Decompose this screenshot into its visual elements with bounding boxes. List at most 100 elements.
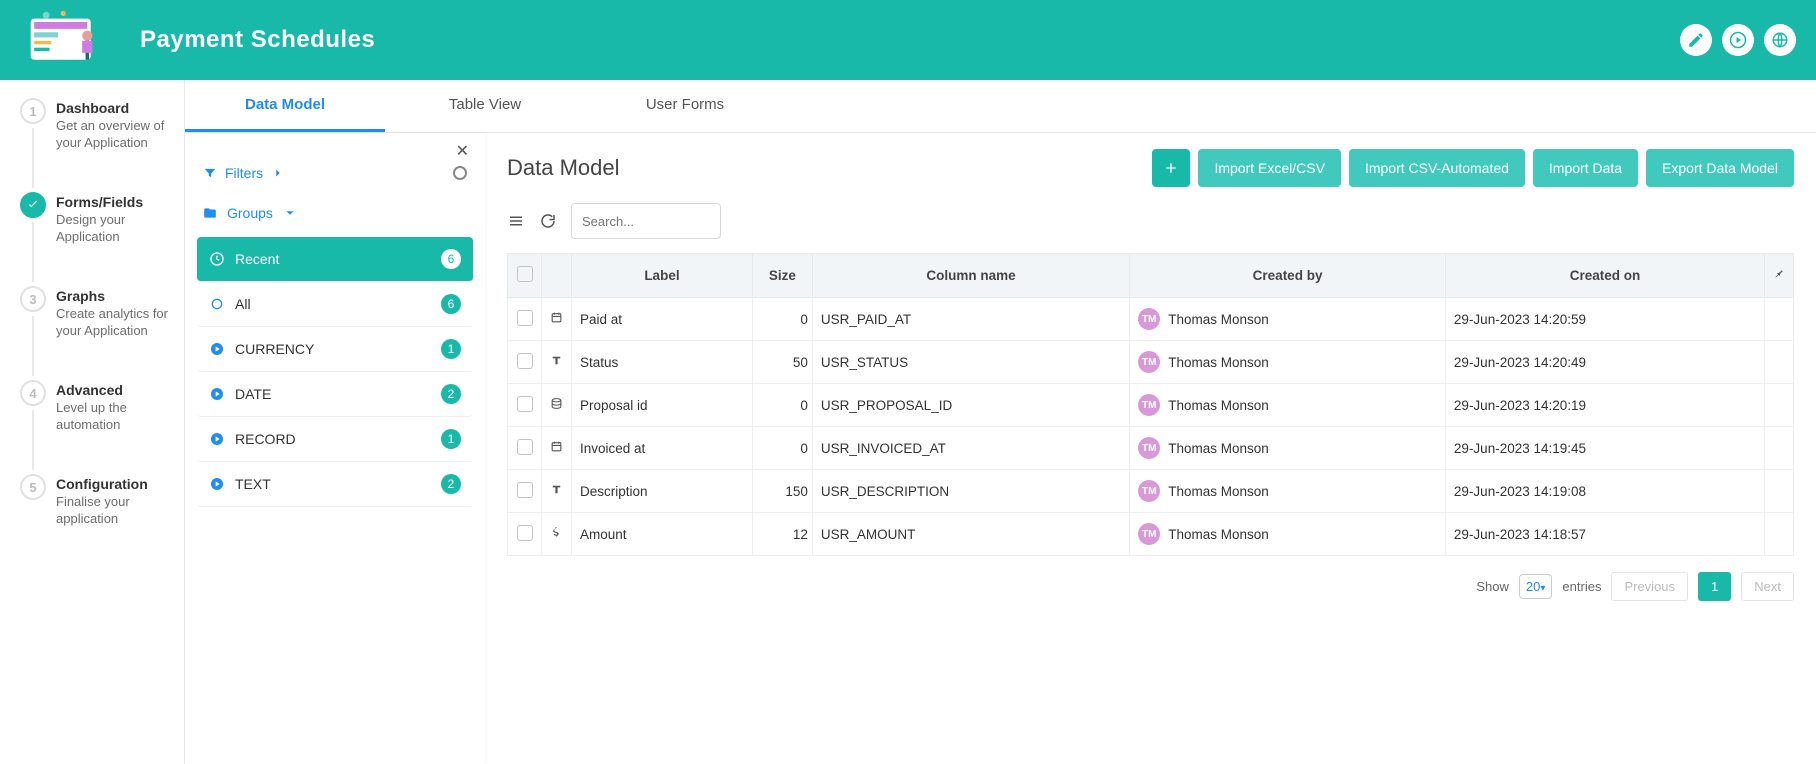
app-header: Payment Schedules [0, 0, 1816, 80]
dollar-icon [550, 527, 563, 542]
prev-page-button[interactable]: Previous [1611, 572, 1688, 601]
group-label: CURRENCY [235, 341, 431, 357]
step-graphs[interactable]: 3 Graphs Create analytics for your Appli… [20, 286, 172, 376]
row-column-name: USR_STATUS [812, 341, 1129, 384]
group-currency[interactable]: CURRENCY 1 [197, 327, 473, 372]
circle-icon [209, 296, 225, 312]
avatar: TM [1138, 394, 1160, 416]
page-1-button[interactable]: 1 [1698, 572, 1731, 601]
fields-table-body: Paid at 0 USR_PAID_AT TMThomas Monson 29… [508, 298, 1794, 556]
calendar-icon [550, 441, 563, 456]
step-forms-fields[interactable]: Forms/Fields Design your Application [20, 192, 172, 282]
calendar-icon [550, 312, 563, 327]
pagination: Show 20▾ entries Previous 1 Next [507, 572, 1794, 601]
radio-indicator[interactable] [453, 166, 467, 180]
group-recent[interactable]: Recent 6 [197, 237, 473, 282]
row-checkbox[interactable] [517, 353, 533, 369]
steps-sidebar: 1 Dashboard Get an overview of your Appl… [0, 80, 185, 764]
step-configuration[interactable]: 5 Configuration Finalise your applicatio… [20, 474, 172, 528]
step-subtitle: Finalise your application [56, 494, 172, 528]
row-checkbox[interactable] [517, 396, 533, 412]
row-creator: TMThomas Monson [1138, 523, 1437, 545]
row-checkbox[interactable] [517, 525, 533, 541]
filters-toggle[interactable]: Filters [203, 165, 285, 181]
row-label: Amount [572, 513, 753, 556]
tab-user-forms[interactable]: User Forms [585, 80, 785, 132]
menu-button[interactable] [507, 212, 525, 230]
search-field[interactable] [571, 203, 721, 239]
text-icon [550, 355, 563, 370]
row-checkbox[interactable] [517, 310, 533, 326]
import-data-button[interactable]: Import Data [1533, 149, 1638, 187]
row-label: Status [572, 341, 753, 384]
row-column-name: USR_INVOICED_AT [812, 427, 1129, 470]
col-size[interactable]: Size [752, 254, 812, 298]
group-all[interactable]: All 6 [197, 282, 473, 327]
row-created-on: 29-Jun-2023 14:20:49 [1445, 341, 1764, 384]
group-count-badge: 1 [441, 429, 461, 449]
next-page-button[interactable]: Next [1741, 572, 1794, 601]
tab-data-model[interactable]: Data Model [185, 80, 385, 132]
action-buttons: Import Excel/CSV Import CSV-Automated Im… [1152, 149, 1794, 187]
row-column-name: USR_PROPOSAL_ID [812, 384, 1129, 427]
row-created-on: 29-Jun-2023 14:18:57 [1445, 513, 1764, 556]
import-csv-auto-button[interactable]: Import CSV-Automated [1349, 149, 1525, 187]
group-record[interactable]: RECORD 1 [197, 417, 473, 462]
col-label[interactable]: Label [572, 254, 753, 298]
menu-icon [507, 212, 525, 230]
table-row[interactable]: Paid at 0 USR_PAID_AT TMThomas Monson 29… [508, 298, 1794, 341]
row-created-on: 29-Jun-2023 14:20:59 [1445, 298, 1764, 341]
table-row[interactable]: Amount 12 USR_AMOUNT TMThomas Monson 29-… [508, 513, 1794, 556]
group-label: DATE [235, 386, 431, 402]
step-number: 1 [20, 98, 46, 124]
main-tabs: Data ModelTable ViewUser Forms [185, 80, 1816, 133]
row-checkbox[interactable] [517, 482, 533, 498]
close-panel-button[interactable]: ✕ [456, 141, 469, 161]
select-all-checkbox[interactable] [517, 266, 533, 282]
add-field-button[interactable] [1152, 149, 1190, 187]
table-row[interactable]: Status 50 USR_STATUS TMThomas Monson 29-… [508, 341, 1794, 384]
group-text[interactable]: TEXT 2 [197, 462, 473, 507]
row-column-name: USR_PAID_AT [812, 298, 1129, 341]
refresh-button[interactable] [539, 212, 557, 230]
col-pin[interactable] [1765, 254, 1794, 298]
row-size: 0 [752, 298, 812, 341]
col-created-on[interactable]: Created on [1445, 254, 1764, 298]
group-date[interactable]: DATE 2 [197, 372, 473, 417]
groups-toggle[interactable]: Groups [197, 191, 473, 231]
avatar: TM [1138, 308, 1160, 330]
run-button[interactable] [1722, 24, 1754, 56]
group-label: TEXT [235, 476, 431, 492]
content-area: Data Model Import Excel/CSV Import CSV-A… [485, 133, 1816, 764]
table-row[interactable]: Proposal id 0 USR_PROPOSAL_ID TMThomas M… [508, 384, 1794, 427]
step-advanced[interactable]: 4 Advanced Level up the automation [20, 380, 172, 470]
clock-icon [209, 251, 225, 267]
step-number: 5 [20, 474, 46, 500]
group-count-badge: 2 [441, 474, 461, 494]
import-excel-button[interactable]: Import Excel/CSV [1198, 149, 1340, 187]
publish-button[interactable] [1764, 24, 1796, 56]
pin-icon [1773, 268, 1785, 280]
row-column-name: USR_DESCRIPTION [812, 470, 1129, 513]
step-title: Graphs [56, 288, 172, 304]
row-size: 12 [752, 513, 812, 556]
search-input[interactable] [582, 214, 758, 229]
play-circle-icon [209, 476, 225, 492]
table-row[interactable]: Invoiced at 0 USR_INVOICED_AT TMThomas M… [508, 427, 1794, 470]
row-checkbox[interactable] [517, 439, 533, 455]
edit-button[interactable] [1680, 24, 1712, 56]
group-label: RECORD [235, 431, 431, 447]
col-column[interactable]: Column name [812, 254, 1129, 298]
chevron-down-icon [283, 206, 297, 220]
page-size-select[interactable]: 20▾ [1519, 574, 1553, 599]
tab-table-view[interactable]: Table View [385, 80, 585, 132]
group-count-badge: 6 [441, 294, 461, 314]
col-created-by[interactable]: Created by [1130, 254, 1446, 298]
step-dashboard[interactable]: 1 Dashboard Get an overview of your Appl… [20, 98, 172, 188]
step-subtitle: Get an overview of your Application [56, 118, 172, 152]
row-size: 0 [752, 427, 812, 470]
table-row[interactable]: Description 150 USR_DESCRIPTION TMThomas… [508, 470, 1794, 513]
export-model-button[interactable]: Export Data Model [1646, 149, 1794, 187]
app-logo [20, 10, 110, 70]
entries-label: entries [1562, 579, 1601, 594]
